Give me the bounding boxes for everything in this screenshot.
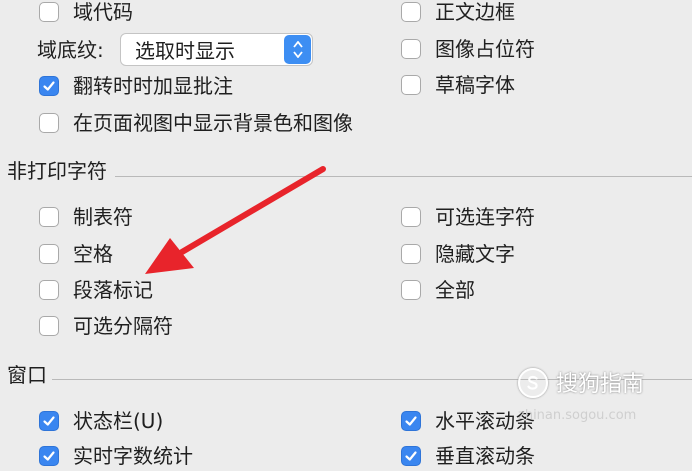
- watermark-url: zhinan.sogou.com: [518, 408, 637, 423]
- watermark-brand: 搜狗指南: [556, 372, 645, 397]
- sogou-logo-icon: [518, 368, 548, 398]
